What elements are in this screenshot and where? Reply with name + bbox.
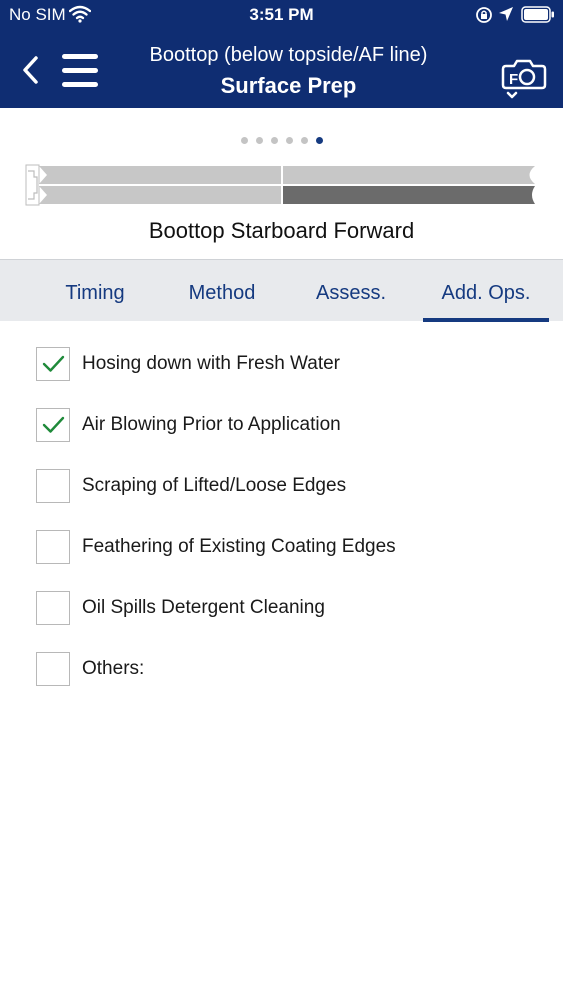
battery-icon [521,6,554,23]
hull-diagram [25,164,537,206]
checkbox-checked[interactable] [36,347,70,381]
tab-additional-operations[interactable]: Add. Ops. [423,260,549,322]
checkbox-checked[interactable] [36,408,70,442]
nav-subtitle: Boottop (below topside/AF line) [149,44,428,66]
hamburger-menu-icon [62,54,98,59]
hull-topside-forward [283,166,535,184]
tab-bar: Timing Method Assess. Add. Ops. [0,259,563,322]
option-air-blowing[interactable]: Air Blowing Prior to Application [36,408,536,442]
hull-location-label: Boottop Starboard Forward [148,218,415,243]
hull-boottop-forward-selected [283,186,535,204]
tab-assessment[interactable]: Assess. [294,260,408,322]
page-dot [270,137,278,144]
option-label: Others: [82,658,145,679]
page-dot [255,137,263,144]
page-indicator[interactable] [0,137,563,144]
option-label: Oil Spills Detergent Cleaning [82,597,325,618]
tab-method[interactable]: Method [164,260,280,322]
checkmark-icon [42,416,65,433]
chevron-left-icon [23,56,38,84]
page-dot [285,137,293,144]
page-dot [300,137,308,144]
hull-topside-aft [39,166,281,184]
option-label: Hosing down with Fresh Water [82,353,341,374]
tab-timing[interactable]: Timing [38,260,152,322]
option-feathering-edges[interactable]: Feathering of Existing Coating Edges [36,530,536,564]
svg-text:F: F [509,71,518,88]
back-button[interactable] [16,52,46,88]
menu-button[interactable] [62,54,100,90]
option-label: Scraping of Lifted/Loose Edges [82,475,347,496]
camera-button[interactable]: F [500,52,550,102]
location-arrow-icon [499,7,513,21]
checkbox-unchecked[interactable] [36,591,70,625]
checkbox-unchecked[interactable] [36,530,70,564]
page-dot [240,137,248,144]
checkbox-unchecked[interactable] [36,652,70,686]
app-header: No SIM 3:51 PM Boottop (below topside/AF… [0,0,563,108]
option-scraping-edges[interactable]: Scraping of Lifted/Loose Edges [36,469,536,503]
orientation-lock-icon [476,7,492,23]
checkmark-icon [42,355,65,372]
hull-boottop-aft [39,186,281,204]
option-hosing-fresh-water[interactable]: Hosing down with Fresh Water [36,347,536,381]
page-title: Surface Prep [220,73,357,98]
page-dot-active [315,137,323,144]
option-oil-spills-cleaning[interactable]: Oil Spills Detergent Cleaning [36,591,536,625]
checkbox-unchecked[interactable] [36,469,70,503]
option-label: Air Blowing Prior to Application [82,414,341,435]
camera-icon: F [501,59,547,99]
option-others[interactable]: Others: [36,652,536,686]
status-bar: No SIM 3:51 PM [0,0,563,30]
hull-stern [25,164,40,206]
option-label: Feathering of Existing Coating Edges [82,536,396,557]
